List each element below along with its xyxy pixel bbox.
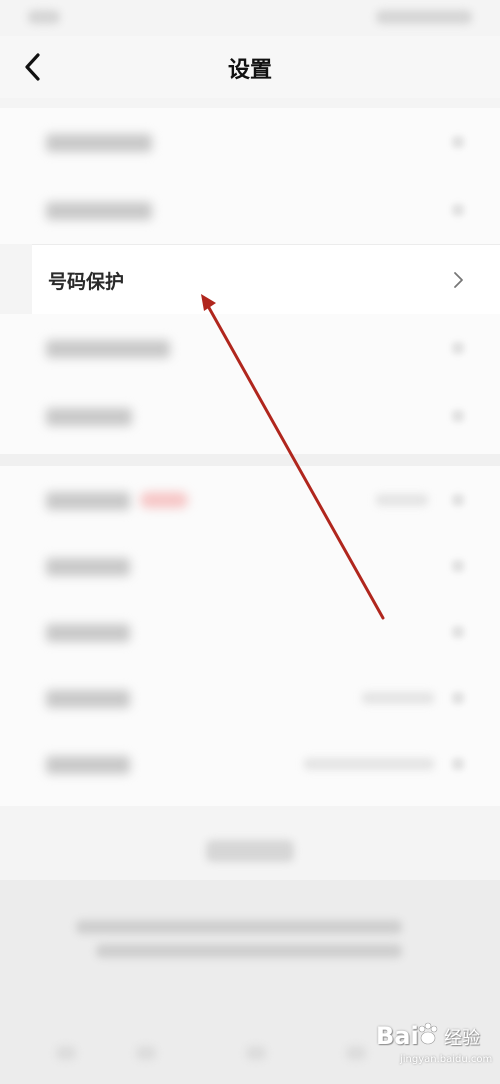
blurred-label — [46, 690, 130, 708]
watermark-url: jingyan.baidu.com — [400, 1054, 493, 1065]
settings-row-blurred[interactable] — [0, 664, 500, 732]
blurred-chevron — [452, 342, 464, 354]
page-title: 设置 — [227, 58, 272, 83]
blurred-label — [46, 558, 130, 576]
blurred-value — [376, 494, 428, 506]
settings-row-blurred[interactable] — [0, 314, 500, 382]
blurred-footer-text — [96, 944, 402, 958]
settings-row-blurred[interactable] — [0, 532, 500, 600]
settings-row-blurred[interactable] — [0, 176, 500, 244]
blurred-label — [46, 340, 170, 358]
blurred-nav-item[interactable] — [56, 1046, 76, 1060]
settings-section-1 — [0, 108, 500, 244]
blurred-red-badge — [140, 492, 188, 508]
settings-row-blurred[interactable] — [0, 730, 500, 798]
nav-bar: 设置 — [0, 36, 500, 98]
settings-row-blurred[interactable] — [0, 382, 500, 450]
baidu-jingyan-watermark: Bai 经验 jingyan.baidu.com — [370, 1020, 493, 1072]
watermark-suffix: 经验 — [444, 1028, 480, 1049]
chevron-right-icon — [454, 272, 463, 288]
blurred-chevron — [452, 136, 464, 148]
blurred-chevron — [452, 758, 464, 770]
blurred-label — [46, 756, 130, 774]
settings-section-3 — [0, 466, 500, 806]
blurred-nav-item[interactable] — [136, 1046, 156, 1060]
blurred-chevron — [452, 560, 464, 572]
blurred-chevron — [452, 494, 464, 506]
phone-protection-item[interactable]: 号码保护 — [32, 244, 500, 316]
blurred-label — [46, 134, 152, 152]
blurred-logout-button[interactable] — [206, 840, 294, 862]
blurred-footer-text — [76, 920, 402, 934]
blurred-chevron — [452, 204, 464, 216]
status-time — [28, 10, 60, 24]
blurred-value — [362, 692, 434, 704]
paw-icon — [418, 1022, 438, 1045]
watermark-brand: Bai — [376, 1022, 419, 1050]
blurred-nav-item[interactable] — [246, 1046, 266, 1060]
blurred-label — [46, 492, 130, 510]
status-bar — [0, 0, 500, 36]
settings-section-2 — [0, 314, 500, 454]
blurred-chevron — [452, 692, 464, 704]
settings-row-blurred[interactable] — [0, 466, 500, 534]
blurred-chevron — [452, 626, 464, 638]
phone-protection-label: 号码保护 — [48, 271, 125, 293]
settings-row-blurred[interactable] — [0, 108, 500, 176]
settings-row-blurred[interactable] — [0, 598, 500, 666]
blurred-value — [304, 758, 434, 770]
blurred-label — [46, 624, 130, 642]
status-icons — [376, 10, 472, 24]
blurred-label — [46, 408, 132, 426]
section-divider — [0, 454, 500, 466]
blurred-chevron — [452, 410, 464, 422]
blurred-label — [46, 202, 152, 220]
blurred-nav-item[interactable] — [346, 1046, 366, 1060]
